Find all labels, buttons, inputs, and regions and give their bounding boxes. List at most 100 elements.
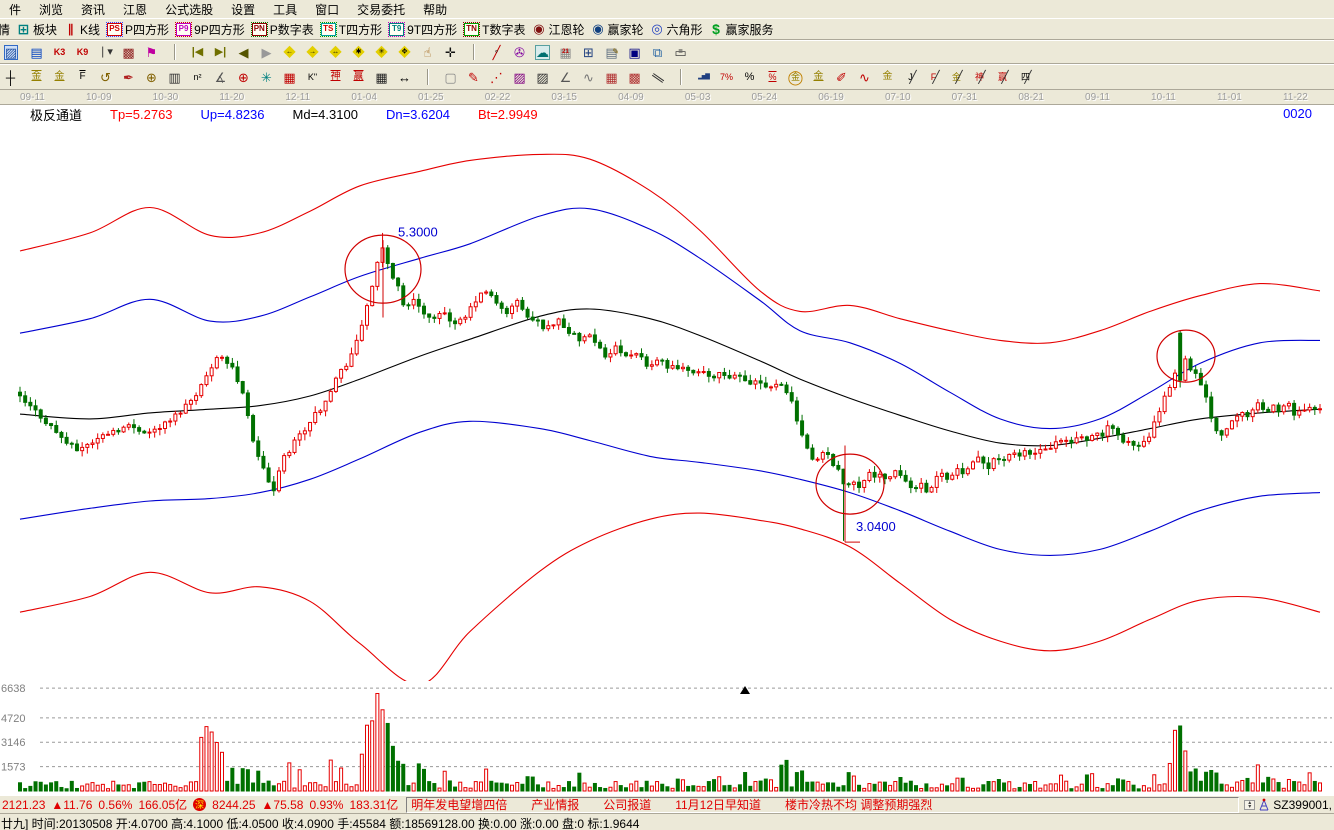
- parallel-lines-icon[interactable]: ∥: [647, 67, 668, 87]
- menu-item[interactable]: 公式选股: [156, 0, 222, 19]
- network-icon[interactable]: ⧉: [647, 42, 668, 62]
- red-grid2-icon[interactable]: ▩: [624, 67, 645, 87]
- next-bar-icon[interactable]: ▶: [256, 42, 277, 62]
- crosshair-tool-icon[interactable]: ✛: [440, 42, 461, 62]
- j-line-icon[interactable]: J ╱: [900, 67, 921, 87]
- fan-lines-red-icon[interactable]: ⋰: [486, 67, 507, 87]
- separator[interactable]: [417, 67, 438, 87]
- ying-line-icon[interactable]: 赢 ╱: [992, 67, 1013, 87]
- quote-fragment[interactable]: 情: [2, 21, 10, 38]
- angle-fan-icon[interactable]: ∠: [555, 67, 576, 87]
- fib-f-icon[interactable]: F: [72, 67, 93, 87]
- pan-left-diamond-icon[interactable]: ◆ ←: [279, 42, 300, 62]
- hand-tool-icon[interactable]: ☝: [417, 42, 438, 62]
- scroll-spinner[interactable]: ▴ ▾: [1244, 800, 1255, 810]
- zoom-out-diamond-icon[interactable]: ◆ ✱: [348, 42, 369, 62]
- fit-all-diamond-icon[interactable]: ◆ ✥: [394, 42, 415, 62]
- wave-icon[interactable]: ∿: [854, 67, 875, 87]
- spinner-down-icon[interactable]: ▾: [1245, 805, 1254, 809]
- p-square-button[interactable]: PS P四方形: [107, 21, 169, 38]
- n-square-icon[interactable]: n²: [187, 67, 208, 87]
- si-line-icon[interactable]: 四 ╱: [1015, 67, 1036, 87]
- separator[interactable]: [670, 67, 691, 87]
- pan-right-diamond-icon[interactable]: ◆ →: [302, 42, 323, 62]
- zigzag-icon[interactable]: ∿: [578, 67, 599, 87]
- gann-wheel-button[interactable]: ◉ 江恩轮: [532, 21, 584, 38]
- red-pen-icon[interactable]: ✎: [463, 67, 484, 87]
- menu-item[interactable]: 交易委托: [348, 0, 414, 19]
- ying-tool-icon[interactable]: 赢: [348, 67, 369, 87]
- menu-item[interactable]: 设置: [222, 0, 264, 19]
- matrix-icon[interactable]: ▦: [371, 67, 392, 87]
- fan-box-purple-icon[interactable]: ▨: [509, 67, 530, 87]
- angle-icon[interactable]: ∡: [210, 67, 231, 87]
- prev-bar-icon[interactable]: ◀: [233, 42, 254, 62]
- period-dropdown-icon[interactable]: ❘▾: [95, 42, 116, 62]
- p9-square-button[interactable]: P9 9P四方形: [176, 21, 245, 38]
- menu-item[interactable]: 浏览: [30, 0, 72, 19]
- first-bar-icon[interactable]: |◀: [187, 42, 208, 62]
- menu-item[interactable]: 窗口: [306, 0, 348, 19]
- volume-chart[interactable]: 6638472031461573: [0, 681, 1334, 795]
- spiral-icon[interactable]: ↺: [95, 67, 116, 87]
- last-bar-icon[interactable]: ▶|: [210, 42, 231, 62]
- notepad-icon[interactable]: ▤ ✎: [601, 42, 622, 62]
- save-icon[interactable]: ▣: [624, 42, 645, 62]
- gann-frame-tool-icon[interactable]: ✇: [509, 42, 530, 62]
- percent7-icon[interactable]: 7%: [716, 67, 737, 87]
- menu-item[interactable]: 江恩: [114, 0, 156, 19]
- menu-item[interactable]: 工具: [264, 0, 306, 19]
- separator[interactable]: [463, 42, 484, 62]
- k-quote-icon[interactable]: K": [302, 67, 323, 87]
- spoke-wheel-icon[interactable]: ✳: [256, 67, 277, 87]
- circle-ruler-icon[interactable]: ⊕: [141, 67, 162, 87]
- info-doc-icon[interactable]: ▤: [26, 42, 47, 62]
- ruler-ticks-icon[interactable]: ▥: [164, 67, 185, 87]
- zoom-in-diamond-icon[interactable]: ◆ ✳: [371, 42, 392, 62]
- k9-chart-icon[interactable]: K9: [72, 42, 93, 62]
- shen-tool-icon[interactable]: 神: [325, 67, 346, 87]
- menu-item[interactable]: 帮助: [414, 0, 456, 19]
- brush-icon[interactable]: ✒: [118, 67, 139, 87]
- span-arrows-icon[interactable]: ↔: [394, 67, 415, 87]
- t-number-button[interactable]: TN T数字表: [464, 21, 525, 38]
- gold-circle-icon[interactable]: 金 ◯: [785, 67, 806, 87]
- cross-tool-icon[interactable]: ┼: [3, 67, 24, 87]
- market-view-icon[interactable]: ▨: [3, 42, 24, 62]
- menu-item[interactable]: 资讯: [72, 0, 114, 19]
- gold-line-icon[interactable]: 金 ╱: [946, 67, 967, 87]
- calculator-icon[interactable]: ⊞: [578, 42, 599, 62]
- gold-bars-icon[interactable]: 金: [808, 67, 829, 87]
- measure-pen-icon[interactable]: ✐: [831, 67, 852, 87]
- calendar-icon[interactable]: ▦ 21: [555, 42, 576, 62]
- gold-plain-icon[interactable]: 金: [877, 67, 898, 87]
- box-select-icon[interactable]: ▢: [440, 67, 461, 87]
- target-circle-icon[interactable]: ⊕: [233, 67, 254, 87]
- t9-square-button[interactable]: T9 9T四方形: [389, 21, 457, 38]
- printer-icon[interactable]: ▭ ≣: [670, 42, 691, 62]
- grid-box-icon[interactable]: ▦: [279, 67, 300, 87]
- p-number-button[interactable]: PN P数字表: [252, 21, 314, 38]
- smart-analysis-icon[interactable]: ☁: [532, 42, 553, 62]
- price-chart[interactable]: 5.30003.0400: [0, 123, 1334, 681]
- menu-item[interactable]: 件: [0, 0, 30, 19]
- winner-wheel-button[interactable]: ◉ 赢家轮: [591, 21, 643, 38]
- k3-chart-icon[interactable]: K3: [49, 42, 70, 62]
- winner-service-button[interactable]: $ 赢家服务: [710, 21, 774, 38]
- percent-icon[interactable]: %: [739, 67, 760, 87]
- percent-lines-icon[interactable]: %: [762, 67, 783, 87]
- news-ticker[interactable]: 明年发电望增四倍 产业情报 公司报道 11月12日早知道 楼市冷热不均 调整预期…: [406, 797, 1239, 813]
- f-line-icon[interactable]: F ╱: [923, 67, 944, 87]
- blocks-button[interactable]: ⊞ 板块: [17, 21, 57, 38]
- separator[interactable]: [164, 42, 185, 62]
- sort-flag-icon[interactable]: ⚑: [141, 42, 162, 62]
- compress-diamond-icon[interactable]: ◆ ↔: [325, 42, 346, 62]
- kline-button[interactable]: ∥ K线: [64, 21, 100, 38]
- pattern-icon[interactable]: ▩: [118, 42, 139, 62]
- hexagon-button[interactable]: ◎ 六角形: [651, 21, 703, 38]
- shen-line-icon[interactable]: 神 ╱: [969, 67, 990, 87]
- red-grid-icon[interactable]: ▦: [601, 67, 622, 87]
- gann-gold-box2-icon[interactable]: 金: [49, 67, 70, 87]
- fan-box-dark-icon[interactable]: ▨: [532, 67, 553, 87]
- gann-gold-box-icon[interactable]: 金: [26, 67, 47, 87]
